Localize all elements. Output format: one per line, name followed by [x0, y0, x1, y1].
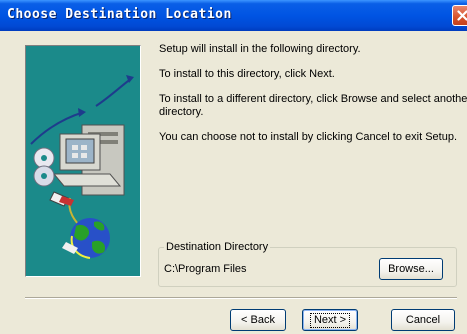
intro-text: Setup will install in the following dire…	[159, 43, 361, 55]
browse-button-label: Browse...	[388, 263, 434, 275]
close-button[interactable]	[452, 5, 467, 26]
title-bar[interactable]: Choose Destination Location	[0, 0, 467, 31]
next-button[interactable]: Next >	[302, 309, 358, 331]
browse-instruction-text: To install to a different directory, cli…	[159, 93, 467, 105]
setup-illustration	[25, 45, 141, 277]
cancel-button[interactable]: Cancel	[391, 309, 455, 331]
close-icon	[457, 10, 467, 21]
separator-line	[25, 297, 457, 299]
destination-directory-label: Destination Directory	[164, 241, 271, 253]
back-button[interactable]: < Back	[230, 309, 286, 331]
next-button-label: Next >	[309, 313, 351, 328]
cancel-instruction-text: You can choose not to install by clickin…	[159, 131, 457, 143]
back-button-label: < Back	[241, 314, 275, 326]
cancel-button-label: Cancel	[405, 314, 441, 326]
browse-instruction-text-continued: directory.	[159, 106, 204, 118]
browse-button[interactable]: Browse...	[379, 258, 443, 280]
destination-path: C:\Program Files	[164, 263, 247, 275]
window-title: Choose Destination Location	[7, 7, 232, 22]
next-instruction-text: To install to this directory, click Next…	[159, 68, 335, 80]
